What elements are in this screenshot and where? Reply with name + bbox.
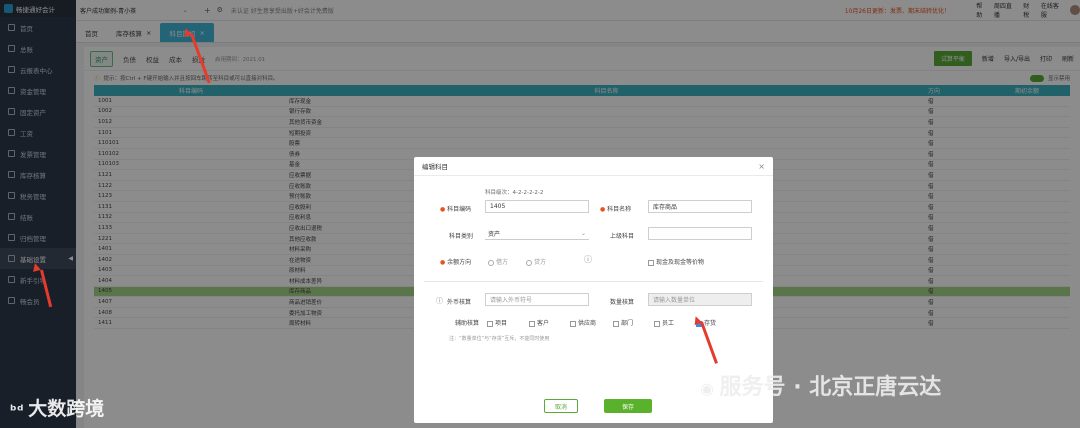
label-text: 科目编码 bbox=[447, 206, 472, 213]
fx-label: 外币核算 bbox=[447, 299, 472, 306]
cash-equivalent-checkbox[interactable]: 现金及现金等价物 bbox=[648, 257, 704, 266]
aux-label: 辅助核算 bbox=[455, 320, 480, 327]
watermark-left: ᵇᵈ 大数跨境 bbox=[10, 394, 104, 421]
parent-input[interactable] bbox=[648, 227, 752, 240]
dialog-header: 编辑科目 × bbox=[414, 157, 773, 176]
help-icon[interactable]: ⓘ bbox=[584, 254, 592, 265]
checkbox-label: 现金及现金等价物 bbox=[656, 259, 705, 266]
name-input[interactable]: 库存商品 bbox=[648, 200, 752, 213]
label-text: 余额方向 bbox=[447, 259, 472, 266]
checkbox-label: 部门 bbox=[621, 320, 634, 327]
direction-label: ● 余额方向 bbox=[440, 259, 472, 266]
chevron-down-icon: ⌄ bbox=[580, 229, 586, 237]
qty-input[interactable]: 请输入数量单位 bbox=[648, 293, 752, 306]
label-text: 科目名称 bbox=[607, 206, 632, 213]
wechat-icon: ◉ bbox=[700, 379, 720, 398]
radio-icon bbox=[488, 259, 494, 266]
checkbox-icon bbox=[570, 320, 576, 327]
close-icon[interactable]: × bbox=[758, 162, 765, 171]
checkbox-icon bbox=[487, 320, 493, 327]
save-button[interactable]: 保存 bbox=[604, 399, 652, 413]
divider bbox=[424, 281, 763, 282]
aux-department-checkbox[interactable]: 部门 bbox=[613, 318, 633, 327]
radio-label: 贷方 bbox=[534, 259, 547, 266]
code-label: ● 科目编码 bbox=[440, 206, 472, 213]
watermark-right: ◉ 服务号 · 北京正唐云达 bbox=[700, 369, 941, 401]
checkbox-label: 存货 bbox=[704, 320, 717, 327]
dialog-title: 编辑科目 bbox=[422, 163, 448, 171]
category-select[interactable]: 资产 ⌄ bbox=[485, 227, 589, 240]
qty-label: 数量核算 bbox=[610, 299, 635, 306]
radio-label: 借方 bbox=[496, 259, 509, 266]
code-input[interactable]: 1405 bbox=[485, 200, 589, 213]
name-label: ● 科目名称 bbox=[600, 206, 632, 213]
category-value: 资产 bbox=[488, 230, 501, 238]
aux-employee-checkbox[interactable]: 员工 bbox=[654, 318, 674, 327]
watermark-text: 服务号 · 北京正唐云达 bbox=[719, 375, 942, 400]
direction-credit-radio[interactable]: 贷方 bbox=[526, 257, 546, 266]
direction-debit-radio[interactable]: 借方 bbox=[488, 257, 508, 266]
help-icon[interactable]: ⓘ bbox=[436, 296, 443, 306]
watermark-text: 大数跨境 bbox=[28, 398, 105, 420]
radio-icon bbox=[526, 259, 532, 266]
checkbox-icon bbox=[529, 320, 535, 327]
checkbox-label: 客户 bbox=[537, 320, 550, 327]
parent-label: 上级科目 bbox=[610, 233, 635, 240]
checkbox-label: 供应商 bbox=[578, 320, 597, 327]
aux-customer-checkbox[interactable]: 客户 bbox=[529, 318, 549, 327]
level-hint: 科目级次：4-2-2-2-2-2 bbox=[485, 190, 544, 196]
checkbox-icon bbox=[613, 320, 619, 327]
checkbox-label: 员工 bbox=[662, 320, 675, 327]
category-label: 科目类别 bbox=[449, 233, 474, 240]
cancel-button[interactable]: 取消 bbox=[544, 399, 578, 413]
watermark-logo-icon: ᵇᵈ bbox=[10, 403, 29, 419]
aux-note: 注：“数量单位”与“存货”互斥，不能同时使用 bbox=[449, 336, 550, 342]
checkbox-label: 项目 bbox=[495, 320, 508, 327]
aux-project-checkbox[interactable]: 项目 bbox=[487, 318, 507, 327]
checkbox-icon bbox=[654, 320, 660, 327]
checkbox-icon bbox=[648, 259, 654, 266]
aux-supplier-checkbox[interactable]: 供应商 bbox=[570, 318, 596, 327]
fx-input[interactable]: 请输入外币符号 bbox=[485, 293, 589, 306]
